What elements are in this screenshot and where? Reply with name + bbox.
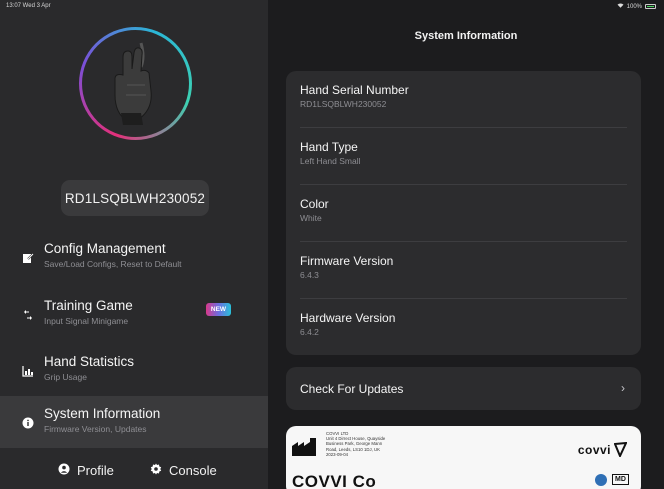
info-icon bbox=[22, 416, 34, 429]
md-mark: MD bbox=[612, 474, 629, 485]
game-icon bbox=[22, 308, 34, 320]
status-time-date: 13:07 Wed 3 Apr bbox=[6, 3, 51, 9]
profile-button[interactable]: Profile bbox=[58, 463, 114, 478]
check-updates-label: Check For Updates bbox=[300, 382, 404, 396]
sidebar-item-training-game[interactable]: Training Game Input Signal Minigame NEW bbox=[0, 288, 268, 340]
product-name: COVVI Co bbox=[292, 472, 377, 489]
covvi-logo: covvi bbox=[578, 442, 627, 457]
hand-image-icon bbox=[82, 30, 189, 137]
sidebar-item-hand-statistics[interactable]: Hand Statistics Grip Usage bbox=[0, 344, 268, 396]
globe-icon bbox=[595, 474, 607, 486]
battery-icon bbox=[645, 4, 656, 9]
new-badge: NEW bbox=[206, 303, 231, 316]
sidebar-item-config-management[interactable]: Config Management Save/Load Configs, Res… bbox=[0, 231, 268, 283]
device-label-card: COVVI LTD Unit 4 Dirrect House, Quayside… bbox=[286, 426, 641, 489]
row-label: Hardware Version bbox=[300, 311, 396, 325]
ipad-screen: 13:07 Wed 3 Apr 100% RD1LSQBLWH230052 Co… bbox=[0, 0, 664, 489]
gear-icon bbox=[150, 463, 162, 478]
row-label: Hand Type bbox=[300, 140, 358, 154]
info-row-serial: Hand Serial Number RD1LSQBLWH230052 bbox=[300, 71, 627, 128]
manufacturer-icon bbox=[292, 438, 318, 461]
config-icon bbox=[22, 251, 34, 263]
page-title: System Information bbox=[414, 30, 518, 42]
brand-name: covvi bbox=[577, 442, 611, 457]
user-icon bbox=[58, 463, 70, 478]
info-row-firmware: Firmware Version 6.4.3 bbox=[300, 242, 627, 299]
check-updates-button[interactable]: Check For Updates › bbox=[286, 367, 641, 410]
sidebar-item-title: Config Management bbox=[44, 241, 166, 256]
sidebar: RD1LSQBLWH230052 Config Management Save/… bbox=[0, 0, 268, 489]
main-panel: System Information Hand Serial Number RD… bbox=[268, 0, 664, 489]
info-row-hand-type: Hand Type Left Hand Small bbox=[300, 128, 627, 185]
sidebar-item-title: Hand Statistics bbox=[44, 354, 135, 369]
row-value: Left Hand Small bbox=[300, 156, 361, 166]
sidebar-item-subtitle: Input Signal Minigame bbox=[44, 316, 129, 326]
serial-pill[interactable]: RD1LSQBLWH230052 bbox=[61, 180, 209, 216]
chevron-right-icon: › bbox=[621, 381, 625, 395]
info-row-color: Color White bbox=[300, 185, 627, 242]
row-value: 6.4.2 bbox=[300, 327, 319, 337]
sidebar-item-subtitle: Grip Usage bbox=[44, 372, 87, 382]
console-button[interactable]: Console bbox=[150, 463, 217, 478]
console-label: Console bbox=[169, 463, 217, 478]
row-value: RD1LSQBLWH230052 bbox=[300, 99, 387, 109]
battery-percent: 100% bbox=[626, 3, 642, 10]
manufacturer-address: COVVI LTD Unit 4 Dirrect House, Quayside… bbox=[326, 431, 446, 457]
sidebar-item-title: System Information bbox=[44, 406, 161, 421]
profile-label: Profile bbox=[77, 463, 114, 478]
row-label: Firmware Version bbox=[300, 254, 394, 268]
sidebar-item-title: Training Game bbox=[44, 298, 133, 313]
row-label: Color bbox=[300, 197, 329, 211]
row-value: 6.4.3 bbox=[300, 270, 319, 280]
sidebar-item-subtitle: Firmware Version, Updates bbox=[44, 424, 147, 434]
sidebar-item-system-information[interactable]: System Information Firmware Version, Upd… bbox=[0, 396, 268, 448]
wifi-icon bbox=[617, 3, 624, 10]
status-right: 100% bbox=[617, 3, 656, 10]
row-label: Hand Serial Number bbox=[300, 83, 409, 97]
status-bar: 13:07 Wed 3 Apr 100% bbox=[0, 0, 664, 14]
manufacturer-line: 2023-09-04 bbox=[326, 451, 348, 457]
hand-avatar bbox=[79, 27, 192, 140]
sidebar-item-subtitle: Save/Load Configs, Reset to Default bbox=[44, 259, 182, 269]
stats-icon bbox=[22, 364, 34, 377]
system-info-card: Hand Serial Number RD1LSQBLWH230052 Hand… bbox=[286, 71, 641, 355]
sidebar-footer: Profile Console bbox=[0, 456, 268, 489]
row-value: White bbox=[300, 213, 322, 223]
info-row-hardware: Hardware Version 6.4.2 bbox=[300, 299, 627, 356]
